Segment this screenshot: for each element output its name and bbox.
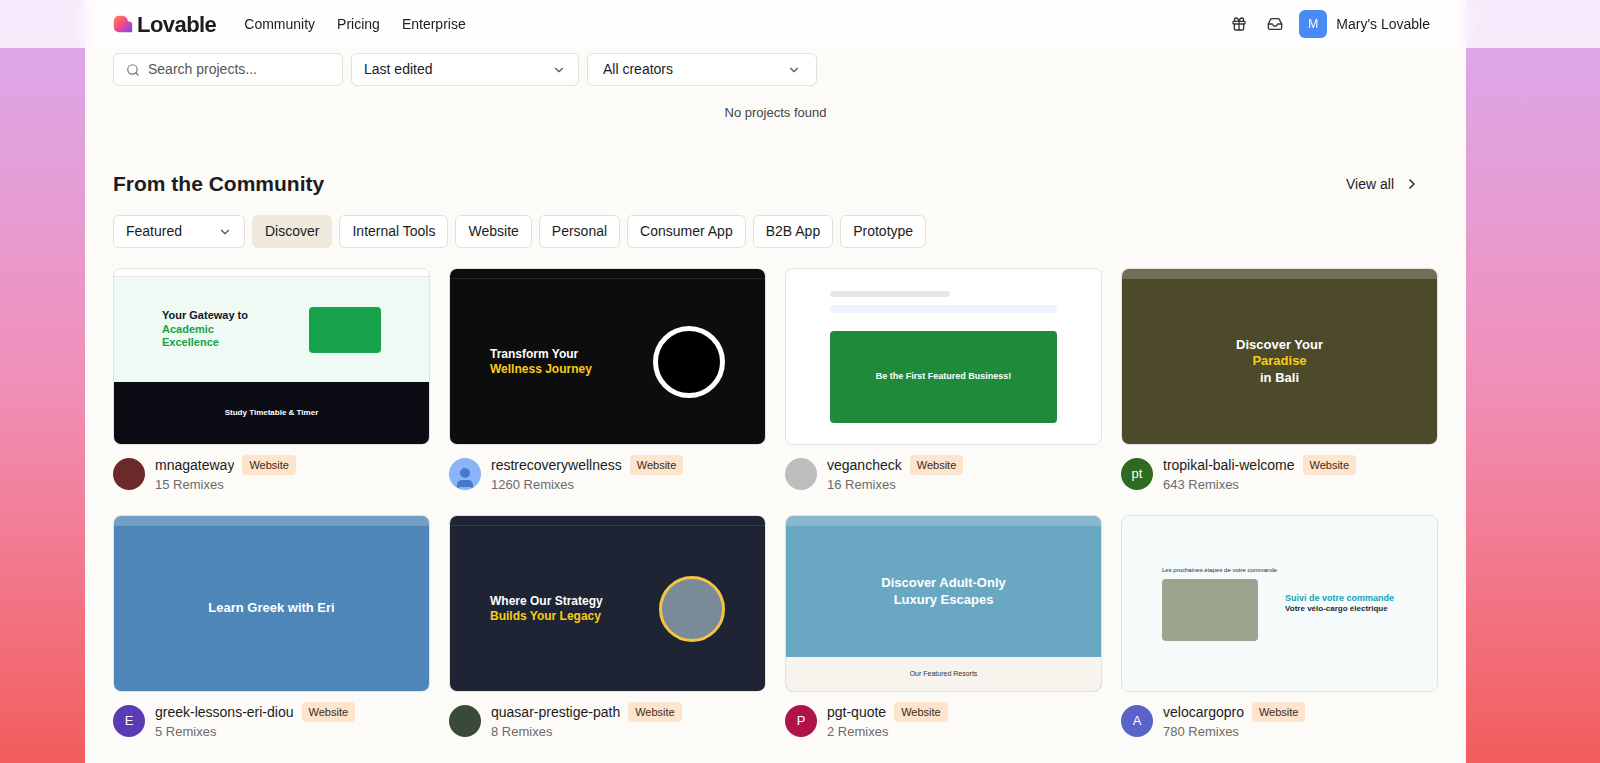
view-all-link[interactable]: View all bbox=[1346, 174, 1438, 195]
project-preview[interactable]: Discover YourParadisein Bali bbox=[1121, 268, 1438, 445]
creator-avatar bbox=[449, 458, 481, 490]
remix-count: 780 Remixes bbox=[1163, 723, 1305, 741]
creator-avatar bbox=[449, 705, 481, 737]
chevron-down-icon bbox=[552, 63, 566, 77]
chevron-down-icon bbox=[218, 225, 232, 239]
remix-count: 8 Remixes bbox=[491, 723, 682, 741]
creator-avatar: E bbox=[113, 705, 145, 737]
creator-avatar bbox=[113, 458, 145, 490]
search-icon bbox=[126, 63, 140, 77]
filter-chip[interactable]: Personal bbox=[539, 215, 620, 248]
chevron-down-icon bbox=[787, 63, 801, 77]
search-field[interactable]: Search projects... bbox=[113, 53, 343, 86]
category-badge: Website bbox=[242, 455, 296, 476]
remix-count: 1260 Remixes bbox=[491, 476, 683, 494]
filter-bar: FeaturedDiscoverInternal ToolsWebsitePer… bbox=[113, 215, 1438, 248]
category-badge: Website bbox=[302, 702, 356, 723]
project-preview[interactable]: Transform YourWellness Journey bbox=[449, 268, 766, 445]
creators-select[interactable]: All creators bbox=[587, 53, 817, 86]
remix-count: 15 Remixes bbox=[155, 476, 296, 494]
project-preview[interactable]: Les prochaines étapes de votre commandeS… bbox=[1121, 515, 1438, 692]
category-badge: Website bbox=[910, 455, 964, 476]
project-card[interactable]: Transform YourWellness Journey restrecove… bbox=[449, 268, 766, 494]
featured-select[interactable]: Featured bbox=[113, 215, 245, 248]
sort-select[interactable]: Last edited bbox=[351, 53, 579, 86]
project-grid: Your Gateway toAcademic ExcellenceStudy … bbox=[113, 268, 1438, 741]
community-header: From the Community View all bbox=[113, 170, 1438, 198]
person-icon bbox=[453, 466, 477, 490]
filter-chip[interactable]: Discover bbox=[252, 215, 332, 248]
project-name[interactable]: vegancheck bbox=[827, 455, 902, 476]
filter-chip[interactable]: Consumer App bbox=[627, 215, 746, 248]
main-nav: Community Pricing Enterprise bbox=[244, 14, 465, 35]
creator-avatar: P bbox=[785, 705, 817, 737]
portrait-image bbox=[659, 576, 725, 642]
project-preview[interactable]: Be the First Featured Business! bbox=[785, 268, 1102, 445]
project-name[interactable]: restrecoverywellness bbox=[491, 455, 622, 476]
project-preview[interactable]: Discover Adult-OnlyLuxury EscapesOur Fea… bbox=[785, 515, 1102, 692]
section-title: From the Community bbox=[113, 168, 324, 200]
user-menu[interactable]: MMary's Lovable bbox=[1299, 10, 1430, 38]
creator-avatar: A bbox=[1121, 705, 1153, 737]
filter-chip[interactable]: Website bbox=[455, 215, 531, 248]
empty-message: No projects found bbox=[113, 103, 1438, 123]
project-name[interactable]: pgt-quote bbox=[827, 702, 886, 723]
user-avatar: M bbox=[1299, 10, 1327, 38]
top-bar: Lovable Community Pricing Enterprise MMary's… bbox=[0, 0, 1600, 48]
chevron-right-icon bbox=[1404, 176, 1420, 192]
category-badge: Website bbox=[1252, 702, 1306, 723]
filter-chip[interactable]: Prototype bbox=[840, 215, 926, 248]
remix-count: 643 Remixes bbox=[1163, 476, 1356, 494]
project-card[interactable]: Discover Adult-OnlyLuxury EscapesOur Fea… bbox=[785, 515, 1102, 741]
project-preview[interactable]: Where Our StrategyBuilds Your Legacy bbox=[449, 515, 766, 692]
category-badge: Website bbox=[894, 702, 948, 723]
nav-link[interactable]: Pricing bbox=[337, 14, 380, 35]
project-card[interactable]: Les prochaines étapes de votre commandeS… bbox=[1121, 515, 1438, 741]
logo[interactable]: Lovable bbox=[113, 8, 216, 41]
inbox-icon[interactable] bbox=[1267, 16, 1283, 32]
gift-icon[interactable] bbox=[1231, 16, 1247, 32]
logo-ring-icon bbox=[653, 326, 725, 398]
lovable-logo-icon bbox=[113, 14, 133, 34]
category-badge: Website bbox=[1303, 455, 1357, 476]
project-name[interactable]: velocargopro bbox=[1163, 702, 1244, 723]
project-preview[interactable]: Your Gateway toAcademic ExcellenceStudy … bbox=[113, 268, 430, 445]
filter-chip[interactable]: Internal Tools bbox=[339, 215, 448, 248]
remix-count: 5 Remixes bbox=[155, 723, 355, 741]
project-name[interactable]: mnagateway bbox=[155, 455, 234, 476]
remix-count: 2 Remixes bbox=[827, 723, 948, 741]
project-card[interactable]: Discover YourParadisein Bali pt tropikal-b… bbox=[1121, 268, 1438, 494]
main-panel: Search projects...Last editedAll creator… bbox=[85, 0, 1466, 763]
project-name[interactable]: tropikal-bali-welcome bbox=[1163, 455, 1295, 476]
nav-link[interactable]: Enterprise bbox=[402, 14, 466, 35]
project-controls: Search projects...Last editedAll creator… bbox=[113, 53, 1438, 86]
creator-avatar bbox=[785, 458, 817, 490]
remix-count: 16 Remixes bbox=[827, 476, 963, 494]
project-card[interactable]: Be the First Featured Business! veganchec… bbox=[785, 268, 1102, 494]
project-name[interactable]: greek-lessons-eri-diou bbox=[155, 702, 294, 723]
creator-avatar: pt bbox=[1121, 458, 1153, 490]
category-badge: Website bbox=[630, 455, 684, 476]
project-card[interactable]: Where Our StrategyBuilds Your Legacy quas… bbox=[449, 515, 766, 741]
filter-chip[interactable]: B2B App bbox=[753, 215, 834, 248]
nav-link[interactable]: Community bbox=[244, 14, 315, 35]
category-badge: Website bbox=[628, 702, 682, 723]
project-card[interactable]: Learn Greek with Eri Egreek-lessons-eri-d… bbox=[113, 515, 430, 741]
project-card[interactable]: Your Gateway toAcademic ExcellenceStudy … bbox=[113, 268, 430, 494]
project-preview[interactable]: Learn Greek with Eri bbox=[113, 515, 430, 692]
page: Lovable Community Pricing Enterprise MMary's… bbox=[0, 0, 1600, 763]
project-name[interactable]: quasar-prestige-path bbox=[491, 702, 620, 723]
